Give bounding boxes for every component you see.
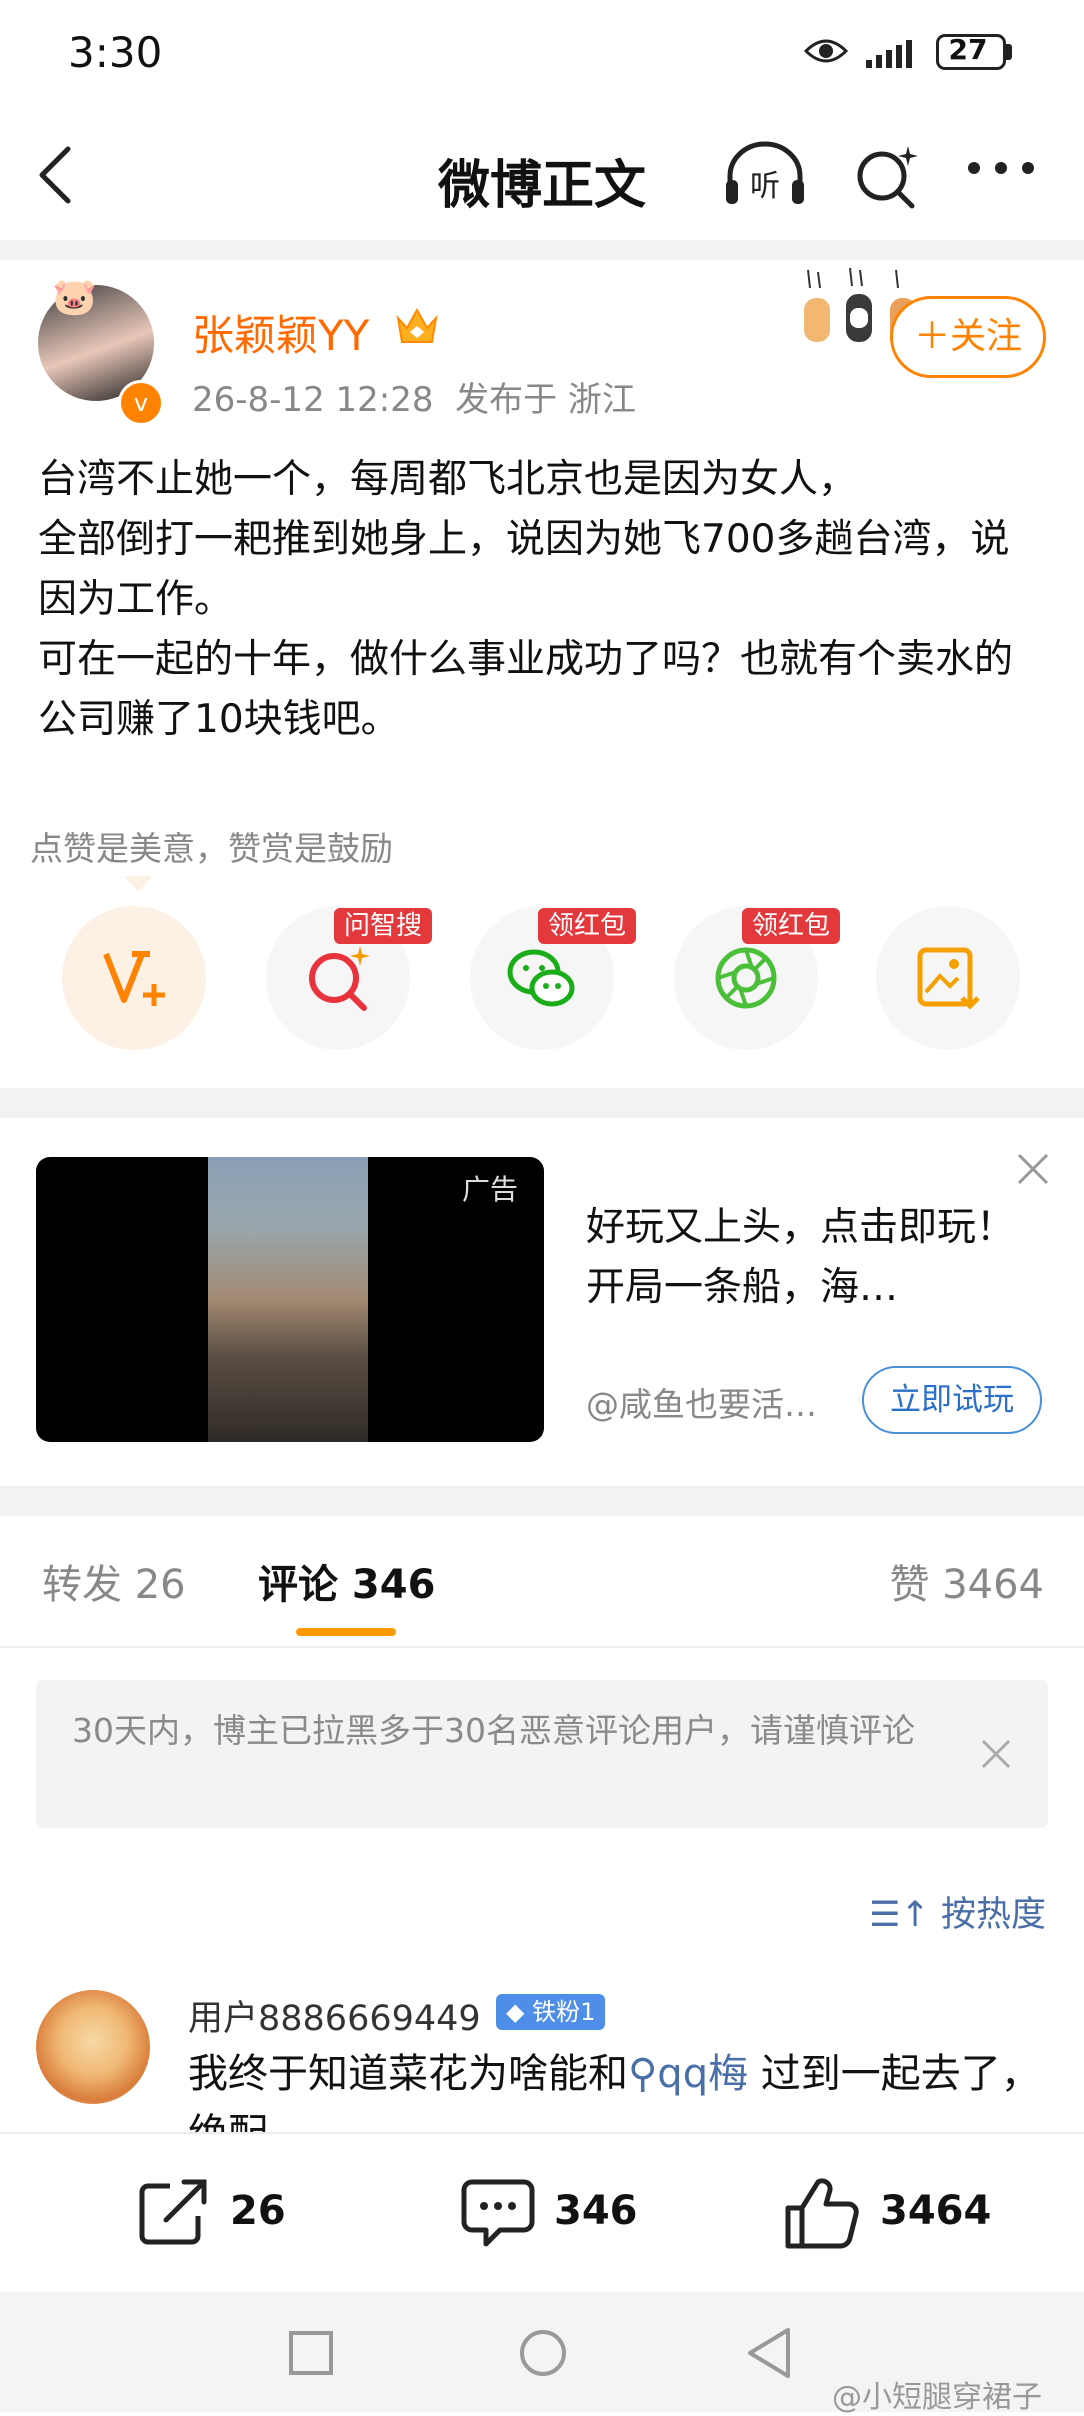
tab-comment[interactable]: 评论 346 — [258, 1552, 435, 1610]
recent-apps-icon[interactable] — [288, 2330, 334, 2380]
v-plus-button[interactable] — [62, 906, 206, 1050]
search-link-icon: ⚲ — [628, 2051, 658, 2097]
follow-button[interactable]: ＋关注 — [890, 296, 1046, 378]
commenter-avatar[interactable] — [36, 1990, 150, 2104]
back-nav-icon[interactable] — [746, 2326, 792, 2384]
fan-badge: ◆ 铁粉1 — [496, 1994, 606, 2030]
battery-level: 27 — [948, 33, 988, 66]
ai-search-icon — [309, 946, 370, 1011]
save-image-button[interactable] — [876, 906, 1020, 1050]
action-badge: 领红包 — [538, 908, 637, 944]
reward-tip: 点赞是美意，赞赏是鼓励 — [30, 829, 393, 868]
like-icon[interactable] — [784, 2176, 860, 2254]
like-count[interactable]: 3464 — [880, 2188, 991, 2234]
section-divider — [0, 1088, 1084, 1118]
close-icon[interactable] — [980, 1738, 1012, 1774]
vip-crown-icon — [394, 306, 440, 350]
wechat-icon — [507, 949, 575, 1007]
search-link[interactable]: ⚲qq梅 — [628, 2051, 748, 2097]
post-text: 台湾不止她一个，每周都飞北京也是因为女人， 全部倒打一耙推到她身上，说因为她飞7… — [38, 457, 1014, 742]
battery-icon: 27 — [936, 33, 1006, 70]
post-meta: 26-8-12 12:28 发布于 浙江 — [192, 380, 636, 420]
moments-icon — [715, 947, 777, 1009]
tab-like[interactable]: 赞 3464 — [889, 1552, 1044, 1610]
more-icon[interactable] — [966, 160, 1036, 180]
fan-badge-label: 铁粉1 — [532, 1998, 596, 2026]
tip-caret — [124, 876, 152, 892]
sort-icon: ☰↑ — [869, 1895, 930, 1935]
close-icon[interactable] — [1016, 1152, 1050, 1190]
battery-tip — [1006, 44, 1012, 60]
verified-badge-icon: v — [118, 380, 164, 426]
signal-icon — [866, 38, 928, 74]
tab-divider — [0, 1646, 1084, 1648]
listen-icon[interactable]: 听 — [722, 140, 808, 214]
ad-source: @咸鱼也要活… — [586, 1385, 817, 1424]
action-badge: 问智搜 — [334, 908, 433, 944]
pig-decoration-icon: 🐷 — [52, 277, 97, 318]
save-image-icon — [917, 947, 980, 1010]
status-time: 3:30 — [68, 28, 163, 77]
ad-title[interactable]: 好玩又上头，点击即玩！开局一条船，海… — [586, 1198, 1046, 1318]
block-notice-text: 30天内，博主已拉黑多于30名恶意评论用户，请谨慎评论 — [72, 1711, 915, 1750]
ai-search-icon[interactable] — [852, 142, 922, 216]
action-badge: 领红包 — [742, 908, 841, 944]
tab-repost[interactable]: 转发 26 — [42, 1552, 186, 1610]
v-plus-icon — [103, 951, 165, 1006]
section-divider — [0, 240, 1084, 260]
home-icon[interactable] — [518, 2328, 568, 2382]
comment-icon[interactable] — [460, 2176, 536, 2254]
sort-label: 按热度 — [940, 1895, 1046, 1935]
eye-icon — [803, 36, 849, 70]
block-notice — [36, 1680, 1048, 1828]
comment-text-before: 我终于知道菜花为啥能和 — [188, 2051, 628, 2097]
try-now-button[interactable]: 立即试玩 — [862, 1366, 1042, 1434]
watermark: @小短腿穿裙子 — [832, 2380, 1042, 2415]
comment-count[interactable]: 346 — [554, 2188, 638, 2234]
sort-by-hot-button[interactable]: ☰↑ 按热度 — [869, 1886, 1046, 1937]
active-tab-indicator — [296, 1628, 396, 1636]
commenter-name[interactable]: 用户8886669449 — [188, 1990, 481, 2041]
repost-count[interactable]: 26 — [230, 2188, 286, 2234]
ad-label: 广告 — [462, 1173, 519, 1206]
listen-label: 听 — [750, 169, 780, 204]
section-divider — [0, 1486, 1084, 1516]
repost-icon[interactable] — [136, 2176, 212, 2252]
comment-text: 我终于知道菜花为啥能和⚲qq梅 过到一起去了，绝配 — [188, 2044, 1058, 2132]
author-name[interactable]: 张颖颖YY — [192, 302, 369, 363]
search-link-text: qq梅 — [657, 2051, 749, 2097]
